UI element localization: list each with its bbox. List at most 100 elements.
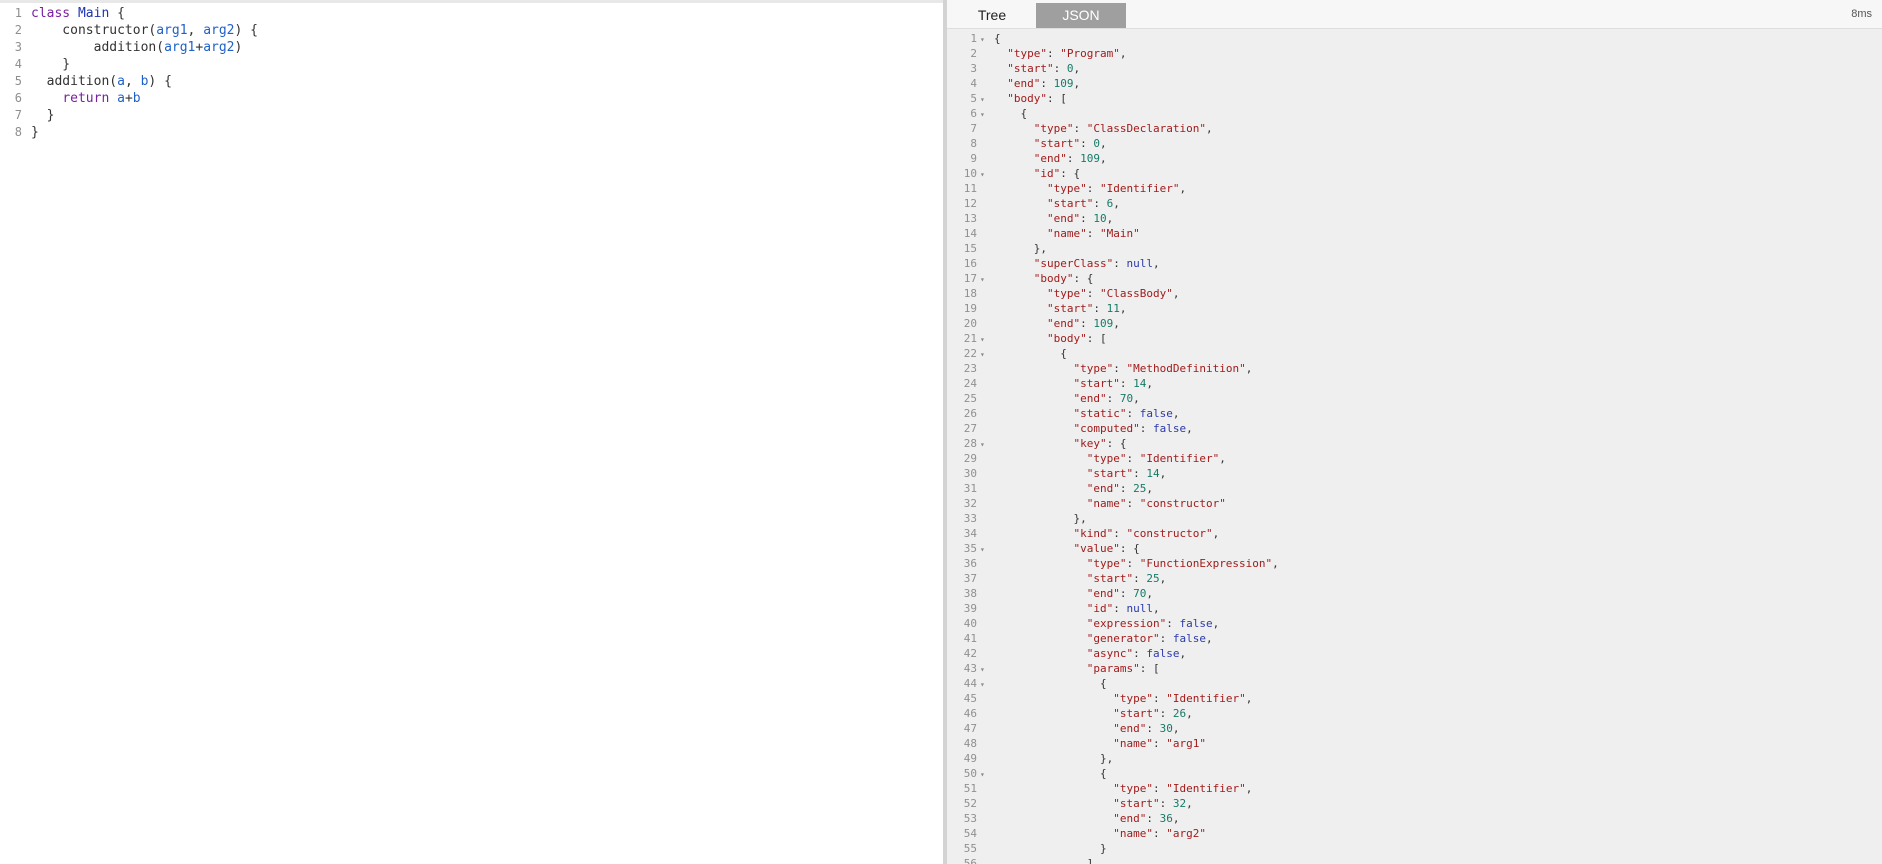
json-line: 49 }, — [947, 751, 1882, 766]
fold-triangle-icon[interactable]: ▾ — [980, 272, 988, 287]
json-line-text: }, — [994, 512, 1087, 525]
code-editor[interactable]: 1 class Main {2 constructor(arg1, arg2) {… — [0, 0, 943, 864]
json-line: 48 "name": "arg1" — [947, 736, 1882, 751]
json-line: 25 "end": 70, — [947, 391, 1882, 406]
json-line: 12 "start": 6, — [947, 196, 1882, 211]
json-line-number: 8 — [970, 137, 977, 150]
code-token: a — [117, 74, 125, 89]
json-line-number: 50 — [963, 767, 977, 780]
json-line: 53 "end": 36, — [947, 811, 1882, 826]
json-line-number: 41 — [963, 632, 977, 645]
json-line: 27 "computed": false, — [947, 421, 1882, 436]
json-line-text: "expression": false, — [1086, 617, 1220, 630]
json-line-text: "start": 0, — [1007, 62, 1081, 75]
json-line-text: "generator": false, — [1086, 632, 1213, 645]
json-line: 55 } — [947, 841, 1882, 856]
fold-triangle-icon[interactable]: ▾ — [980, 32, 988, 47]
json-line-number: 19 — [963, 302, 977, 315]
fold-triangle-icon[interactable]: ▾ — [980, 167, 988, 182]
json-line: 38 "end": 70, — [947, 586, 1882, 601]
code-line: 1 class Main { — [0, 5, 943, 22]
json-line-number: 6 — [970, 107, 977, 120]
json-line-number: 49 — [963, 752, 977, 765]
json-line-text: { — [994, 32, 1001, 45]
fold-triangle-icon[interactable]: ▾ — [980, 347, 988, 362]
output-panel: Tree JSON 8ms 1 ▾{2 "type": "Program", 3 "… — [947, 0, 1882, 864]
json-line-text: } — [994, 842, 1107, 855]
json-line: 30 "start": 14, — [947, 466, 1882, 481]
json-line-text: "end": 109, — [1033, 152, 1107, 165]
code-token: a — [117, 91, 125, 106]
json-line-text: "type": "FunctionExpression", — [1086, 557, 1279, 570]
tab-json[interactable]: JSON — [1036, 3, 1126, 28]
code-token: addition — [31, 40, 157, 55]
code-token: class — [31, 6, 71, 21]
json-line-number: 22 — [963, 347, 977, 360]
json-line: 11 "type": "Identifier", — [947, 181, 1882, 196]
json-line-number: 43 — [963, 662, 977, 675]
fold-triangle-icon[interactable]: ▾ — [980, 332, 988, 347]
json-view[interactable]: 1 ▾{2 "type": "Program", 3 "start": 0, 4 "e… — [947, 31, 1882, 864]
json-line-number: 1 — [970, 32, 977, 45]
json-line: 23 "type": "MethodDefinition", — [947, 361, 1882, 376]
code-token: } — [31, 108, 55, 123]
code-line-number: 8 — [14, 125, 22, 139]
json-line-number: 31 — [963, 482, 977, 495]
json-line-text: { — [994, 107, 1028, 120]
json-line: 2 "type": "Program", — [947, 46, 1882, 61]
fold-triangle-icon[interactable]: ▾ — [980, 767, 988, 782]
json-line: 14 "name": "Main" — [947, 226, 1882, 241]
json-line-number: 28 — [963, 437, 977, 450]
json-line-number: 18 — [963, 287, 977, 300]
json-line: 43 ▾ "params": [ — [947, 661, 1882, 676]
json-line-text: }, — [994, 242, 1047, 255]
json-line-number: 39 — [963, 602, 977, 615]
json-line-text: "start": 6, — [1046, 197, 1120, 210]
json-line-text: "type": "ClassBody", — [1046, 287, 1180, 300]
json-line-number: 23 — [963, 362, 977, 375]
json-line-number: 3 — [970, 62, 977, 75]
json-line-number: 42 — [963, 647, 977, 660]
json-line: 34 "kind": "constructor", — [947, 526, 1882, 541]
code-line: 3 addition(arg1+arg2) — [0, 39, 943, 56]
json-line-text: }, — [994, 752, 1114, 765]
code-line-text: } — [31, 56, 70, 73]
json-line-text: { — [994, 347, 1067, 360]
code-token: } — [31, 57, 71, 72]
json-line-number: 38 — [963, 587, 977, 600]
json-line-number: 11 — [963, 182, 977, 195]
json-line: 42 "async": false, — [947, 646, 1882, 661]
json-line: 40 "expression": false, — [947, 616, 1882, 631]
fold-triangle-icon[interactable]: ▾ — [980, 437, 988, 452]
fold-triangle-icon[interactable]: ▾ — [980, 107, 988, 122]
code-line-number: 3 — [14, 40, 22, 54]
json-line: 15 }, — [947, 241, 1882, 256]
tab-tree[interactable]: Tree — [962, 3, 1022, 28]
code-token: , — [187, 23, 204, 38]
code-line-number: 5 — [14, 74, 22, 88]
json-line: 31 "end": 25, — [947, 481, 1882, 496]
json-line-number: 7 — [970, 122, 977, 135]
fold-triangle-icon[interactable]: ▾ — [980, 92, 988, 107]
json-line: 35 ▾ "value": { — [947, 541, 1882, 556]
json-line: 29 "type": "Identifier", — [947, 451, 1882, 466]
json-line-number: 47 — [963, 722, 977, 735]
fold-triangle-icon[interactable]: ▾ — [980, 677, 988, 692]
json-line-number: 15 — [963, 242, 977, 255]
json-line: 33 }, — [947, 511, 1882, 526]
json-line-text: "end": 109, — [1046, 317, 1120, 330]
code-token: constructor — [31, 23, 149, 38]
json-line-number: 14 — [963, 227, 977, 240]
code-token: ) — [234, 40, 243, 55]
json-line: 5 ▾ "body": [ — [947, 91, 1882, 106]
output-tab-bar: Tree JSON 8ms — [947, 0, 1882, 29]
code-line: 4 } — [0, 56, 943, 73]
code-lines[interactable]: 1 class Main {2 constructor(arg1, arg2) {… — [0, 5, 943, 141]
json-line-text: "params": [ — [1086, 662, 1160, 675]
fold-triangle-icon[interactable]: ▾ — [980, 542, 988, 557]
json-line-number: 25 — [963, 392, 977, 405]
code-token: arg1 — [156, 23, 188, 38]
code-line-text: return a+b — [31, 90, 140, 107]
fold-triangle-icon[interactable]: ▾ — [980, 662, 988, 677]
